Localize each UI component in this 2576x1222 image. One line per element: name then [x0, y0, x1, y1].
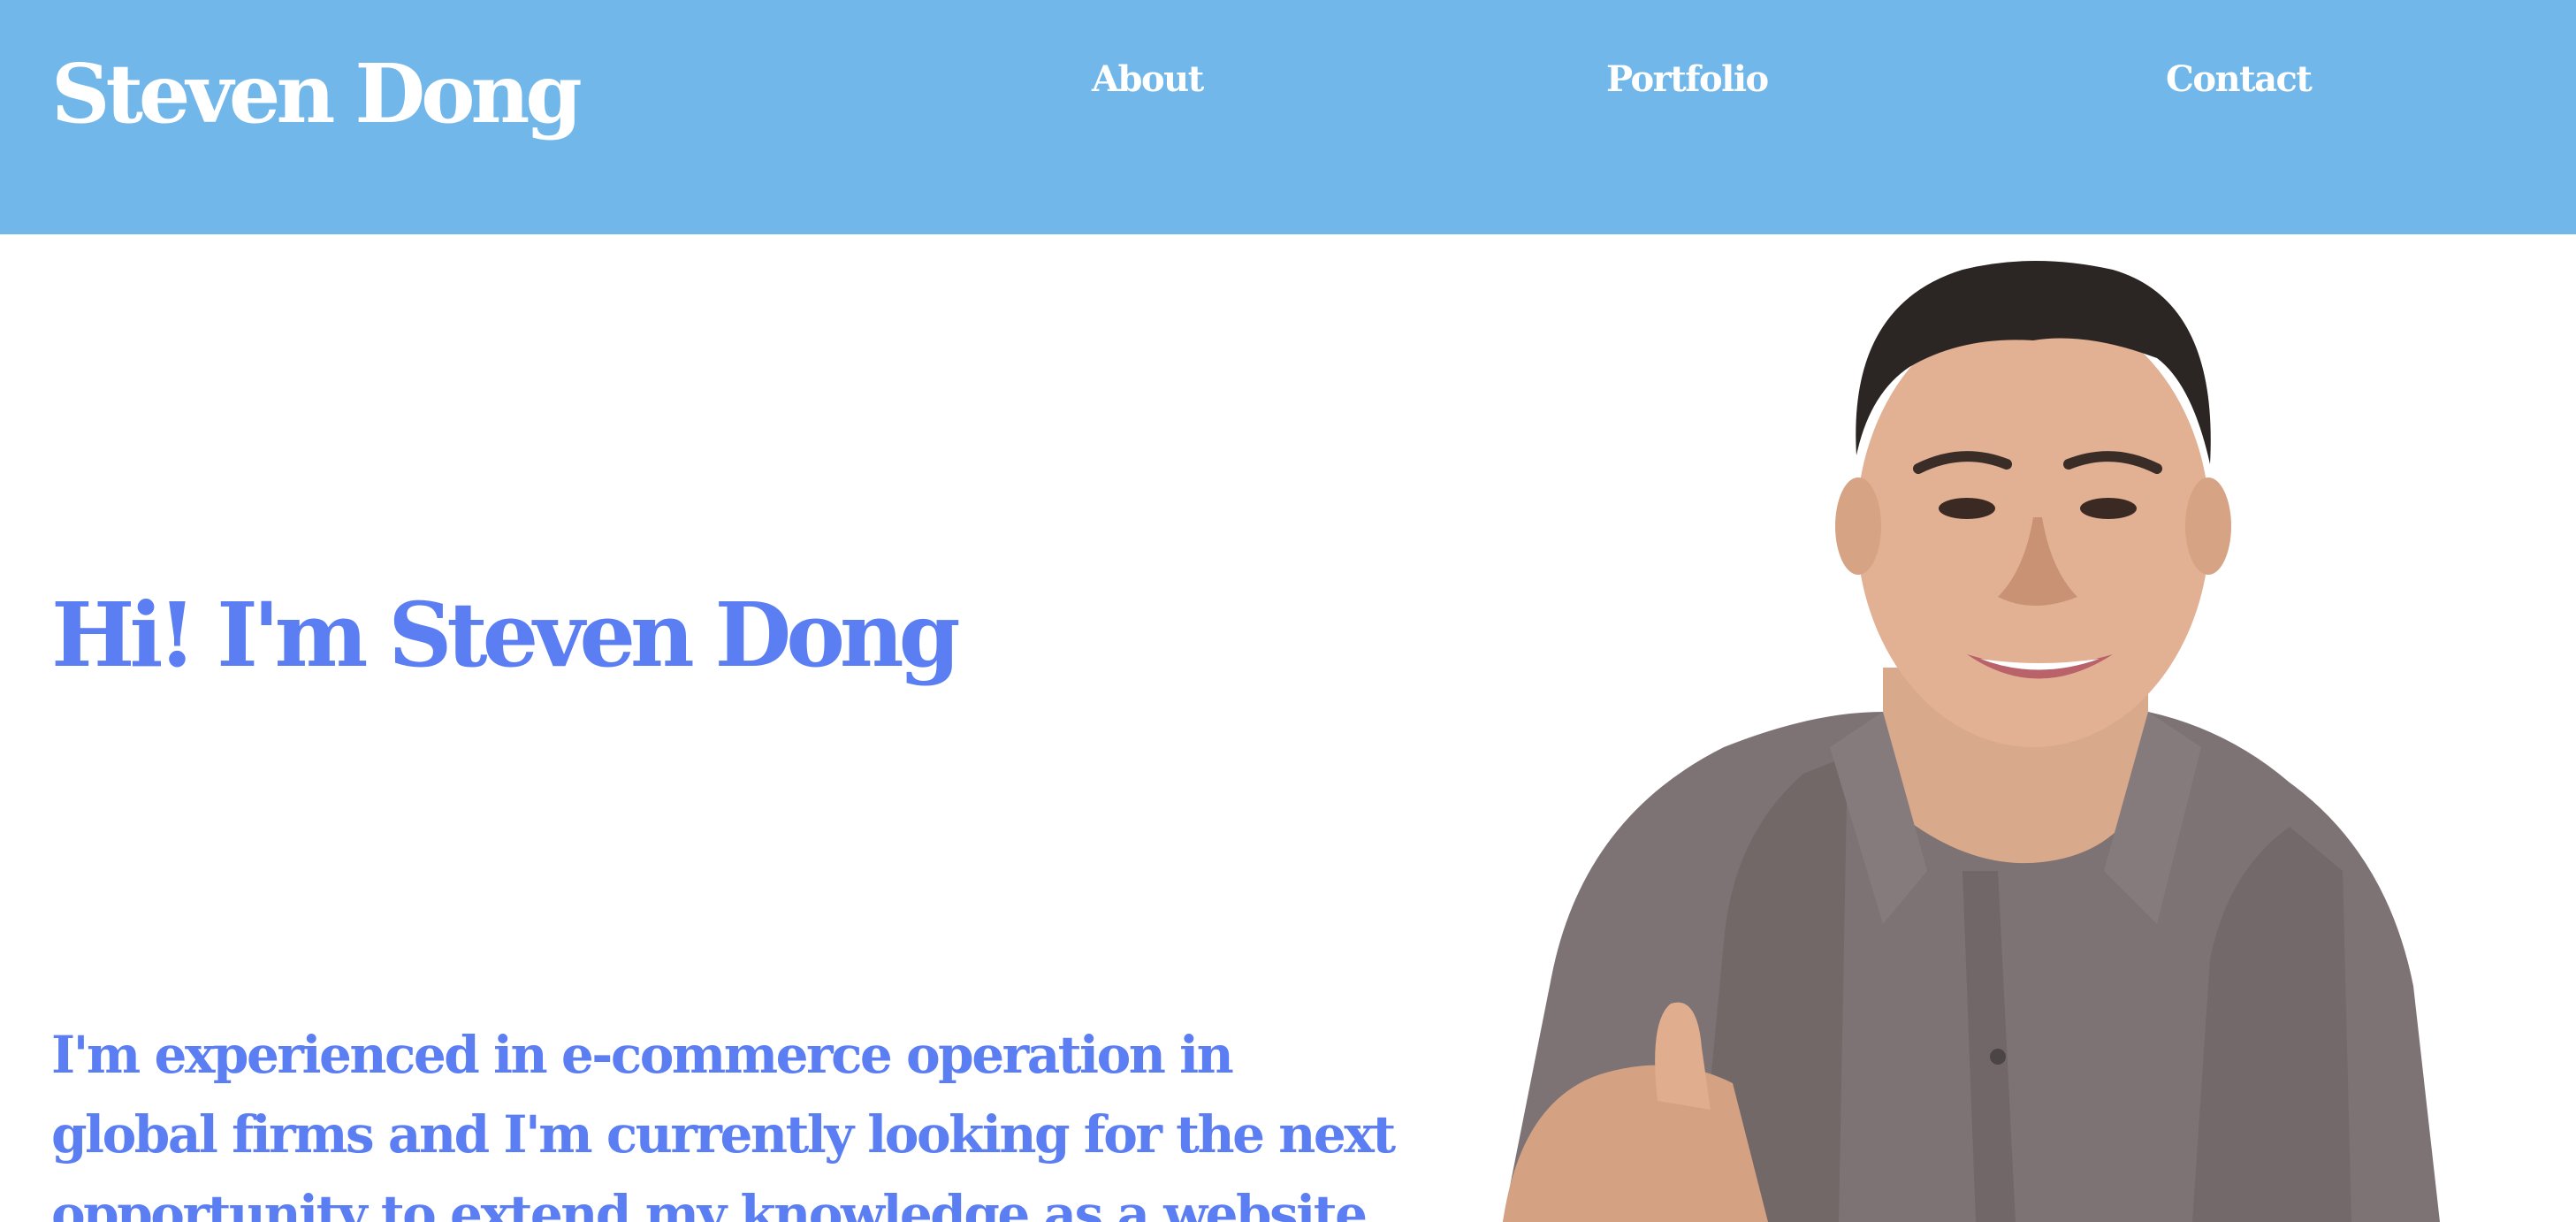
shirt-button: [1990, 1049, 2006, 1065]
portrait-photo: [1503, 261, 2440, 1222]
nav-contact-link[interactable]: Contact: [2166, 62, 2313, 97]
right-eye: [2080, 498, 2137, 519]
site-header: Steven Dong About Portfolio Contact: [0, 0, 2576, 234]
hero-intro-text: I'm experienced in e-commerce operation …: [51, 1025, 1396, 1222]
hero-title: Hi! I'm Steven Dong: [51, 583, 961, 687]
nav-about-link[interactable]: About: [1092, 62, 1204, 97]
right-ear: [2185, 477, 2231, 575]
left-eye: [1939, 498, 1995, 519]
site-logo-link[interactable]: Steven Dong: [51, 53, 583, 134]
nav-portfolio-link[interactable]: Portfolio: [1606, 62, 1769, 97]
left-ear: [1835, 477, 1881, 575]
